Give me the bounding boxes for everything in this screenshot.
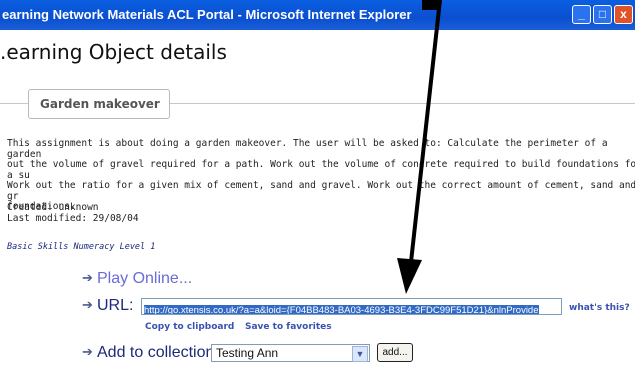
annotation-arrow-head bbox=[397, 258, 422, 294]
annotation-arrow-shaft bbox=[409, 0, 442, 263]
annotation-arrow bbox=[397, 0, 442, 294]
